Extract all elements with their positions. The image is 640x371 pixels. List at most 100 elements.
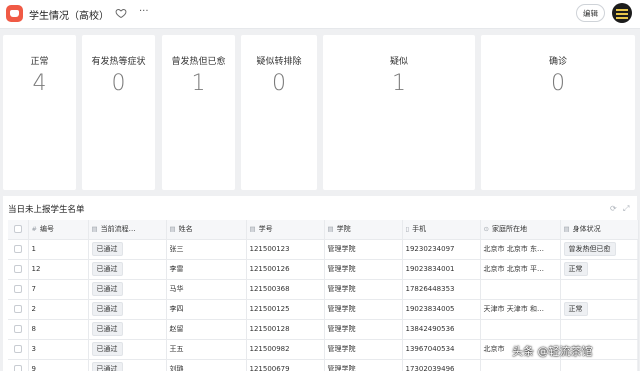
cell-name-text: 王五 <box>169 345 184 353</box>
column-header-phone[interactable]: ▯ 手机 <box>402 220 481 240</box>
cell-college-text: 管理学院 <box>327 245 356 253</box>
column-header-name[interactable]: ▤ 姓名 <box>166 220 247 240</box>
cell-student-id: 121500128 <box>246 319 325 340</box>
cell-number: 12 <box>28 259 89 280</box>
cell-health-status <box>560 319 639 340</box>
column-header-address[interactable]: ⊙ 家庭所在地 <box>480 220 561 240</box>
column-header-student-id[interactable]: ▤ 学号 <box>246 220 325 240</box>
flow-status-tag: 已通过 <box>91 242 123 256</box>
table-row[interactable]: 8 已通过 赵留 121500128 管理学院 13842490536 <box>8 319 639 340</box>
cell-phone: 19023834005 <box>402 299 481 320</box>
cell-address: 天津市 天津市 和… <box>480 299 561 320</box>
cell-name: 马华 <box>166 279 247 300</box>
health-status-tag: 正常 <box>563 302 588 316</box>
column-header-flow[interactable]: ▤ 当前流程… <box>88 220 167 240</box>
cell-flow-status: 已通过 <box>88 299 167 320</box>
cell-name: 张三 <box>166 239 247 260</box>
stat-card-confirmed: 确诊 0 <box>481 35 635 190</box>
cell-flow-status: 已通过 <box>88 359 167 371</box>
row-checkbox[interactable] <box>14 345 22 353</box>
stat-label: 疑似 <box>389 57 408 67</box>
more-options-icon[interactable]: ··· <box>139 6 149 18</box>
select-field-icon: ▤ <box>327 225 334 234</box>
refresh-icon[interactable]: ⟳ <box>610 204 617 213</box>
cell-phone: 17826448353 <box>402 279 481 300</box>
row-select-cell[interactable] <box>8 299 29 320</box>
stat-value: 1 <box>191 71 206 96</box>
phone-field-icon: ▯ <box>405 225 410 234</box>
cell-college-text: 管理学院 <box>327 325 356 333</box>
cell-name-text: 李四 <box>169 305 184 313</box>
edit-button[interactable]: 编辑 <box>576 4 605 22</box>
cell-number-text: 7 <box>31 285 36 293</box>
flow-status-tag: 已通过 <box>91 342 123 356</box>
cell-address <box>480 279 561 300</box>
cell-phone-text: 13967040534 <box>405 345 455 353</box>
stat-label: 确诊 <box>548 57 567 67</box>
cell-name-text: 李雷 <box>169 265 184 273</box>
favorite-heart-icon[interactable] <box>115 7 127 19</box>
top-bar: 学生情况（高校） ··· 编辑 <box>0 0 640 29</box>
select-field-icon: ▤ <box>563 225 570 234</box>
stat-card-suspected: 疑似 1 <box>323 35 475 190</box>
cell-student-id-text: 121500123 <box>249 245 290 253</box>
cell-phone-text: 17826448353 <box>405 285 455 293</box>
cell-phone-text: 19023834001 <box>405 265 455 273</box>
row-checkbox[interactable] <box>14 285 22 293</box>
cell-number: 8 <box>28 319 89 340</box>
column-header-health[interactable]: ▤ 身体状况 <box>560 220 639 240</box>
row-select-cell[interactable] <box>8 319 29 340</box>
table-row[interactable]: 1 已通过 张三 121500123 管理学院 19230234097 北京市 北京市 东…… <box>8 239 639 260</box>
cell-number: 9 <box>28 359 89 371</box>
cell-phone: 13842490536 <box>402 319 481 340</box>
stat-card-recovered: 曾发热但已愈 1 <box>162 35 235 190</box>
column-header-college[interactable]: ▤ 学院 <box>324 220 403 240</box>
avatar[interactable] <box>612 3 632 23</box>
cell-student-id-text: 121500368 <box>249 285 290 293</box>
row-checkbox[interactable] <box>14 325 22 333</box>
stat-label: 疑似转排除 <box>256 57 302 67</box>
cell-number-text: 3 <box>31 345 36 353</box>
table-row[interactable]: 7 已通过 马华 121500368 管理学院 17826448353 <box>8 279 639 300</box>
select-all-checkbox[interactable] <box>14 225 22 234</box>
row-select-cell[interactable] <box>8 259 29 280</box>
row-checkbox[interactable] <box>14 365 22 371</box>
row-select-cell[interactable] <box>8 279 29 300</box>
cell-number: 3 <box>28 339 89 360</box>
cell-name-text: 赵留 <box>169 325 184 333</box>
fullscreen-icon[interactable]: ⤢ <box>623 204 629 214</box>
stat-value: 4 <box>32 71 47 96</box>
row-checkbox[interactable] <box>14 265 22 273</box>
row-checkbox[interactable] <box>14 245 22 253</box>
stat-label: 有发热等症状 <box>91 57 146 67</box>
cell-number: 7 <box>28 279 89 300</box>
cell-number-text: 2 <box>31 305 36 313</box>
column-header-number[interactable]: # 编号 <box>28 220 89 240</box>
cell-number: 1 <box>28 239 89 260</box>
cell-address: 北京市 北京市 平… <box>480 259 561 280</box>
cell-college: 管理学院 <box>324 339 403 360</box>
cell-name: 王五 <box>166 339 247 360</box>
cell-name: 李四 <box>166 299 247 320</box>
cell-college-text: 管理学院 <box>327 265 356 273</box>
cell-student-id: 121500368 <box>246 279 325 300</box>
cell-number-text: 9 <box>31 365 36 371</box>
stat-value: 0 <box>551 71 565 96</box>
flow-status-tag: 已通过 <box>91 302 123 316</box>
row-select-cell[interactable] <box>8 339 29 360</box>
row-select-cell[interactable] <box>8 239 29 260</box>
cell-health-status: 正常 <box>560 259 639 280</box>
row-select-cell[interactable] <box>8 359 29 371</box>
table-row[interactable]: 2 已通过 李四 121500125 管理学院 19023834005 天津市 天津市 和…… <box>8 299 639 320</box>
flow-status-tag: 已通过 <box>91 262 123 276</box>
cell-college: 管理学院 <box>324 239 403 260</box>
select-all-cell[interactable] <box>8 220 29 240</box>
table-row[interactable]: 9 已通过 刘璐 121500679 管理学院 17302039496 <box>8 359 639 371</box>
cell-flow-status: 已通过 <box>88 239 167 260</box>
cell-number: 2 <box>28 299 89 320</box>
row-checkbox[interactable] <box>14 305 22 313</box>
cell-health-status <box>560 279 639 300</box>
cell-student-id-text: 121500128 <box>249 325 290 333</box>
table-row[interactable]: 12 已通过 李雷 121500126 管理学院 19023834001 北京市 北京市 平… <box>8 259 639 280</box>
cell-address <box>480 319 561 340</box>
